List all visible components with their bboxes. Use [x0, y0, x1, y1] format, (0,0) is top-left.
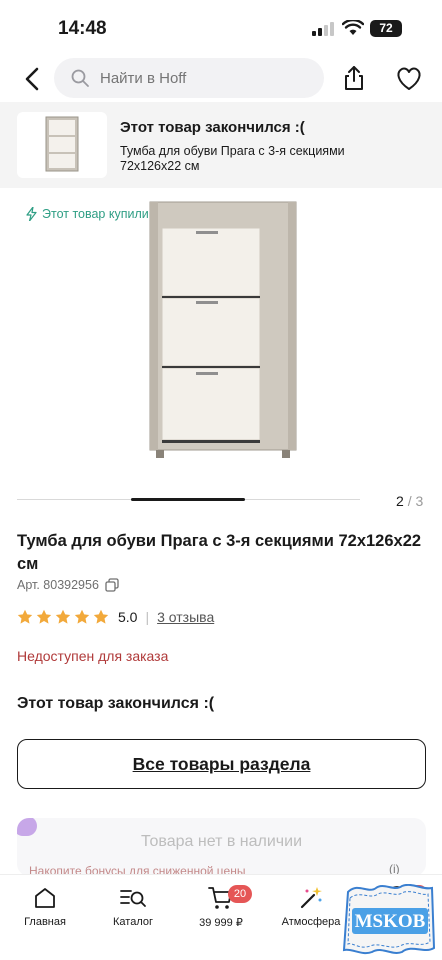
- product-thumbnail: [17, 112, 107, 178]
- rating-stars: [17, 609, 109, 625]
- gallery-counter: 2 / 3: [396, 493, 423, 509]
- out-of-stock-button[interactable]: Товара нет в наличии: [17, 818, 426, 866]
- star-icon: [93, 609, 109, 624]
- star-icon: [36, 609, 52, 624]
- tab-cart[interactable]: 39 999 ₽ 20: [176, 883, 266, 929]
- star-icon: [74, 609, 90, 624]
- rating-row: 5.0 | 3 отзыва: [17, 609, 214, 625]
- tab-catalog[interactable]: Каталог: [88, 883, 178, 928]
- soldout-sticky-banner[interactable]: Этот товар закончился :( Тумба для обуви…: [0, 102, 442, 188]
- gallery-pager-indicator: [131, 498, 245, 501]
- product-title: Тумба для обуви Прага с 3-я секциями 72x…: [17, 532, 422, 573]
- catalog-icon: [120, 890, 146, 907]
- top-navbar: [0, 58, 442, 100]
- share-icon[interactable]: [340, 64, 368, 92]
- rating-value: 5.0: [118, 609, 138, 625]
- search-icon: [71, 69, 89, 87]
- buy-panel: Товара нет в наличии Накопите бонусы для…: [17, 818, 426, 876]
- tab-home[interactable]: Главная: [0, 883, 90, 928]
- mskob-watermark-logo: MSKOB: [342, 884, 436, 955]
- cart-count-badge: 20: [228, 885, 252, 903]
- star-icon: [17, 609, 33, 624]
- tab-catalog-label: Каталог: [113, 916, 153, 928]
- gallery-current: 2: [396, 493, 404, 509]
- reviews-link[interactable]: 3 отзыва: [157, 609, 214, 625]
- back-icon[interactable]: [18, 64, 48, 94]
- soldout-heading: Этот товар закончился :(: [17, 695, 215, 712]
- signal-icon: [312, 22, 334, 36]
- wifi-icon: [342, 20, 364, 35]
- gallery-total: / 3: [407, 493, 424, 509]
- all-section-products-button[interactable]: Все товары раздела: [17, 739, 426, 789]
- article-row: Арт. 80392956: [17, 578, 119, 592]
- availability-status: Недоступен для заказа: [17, 648, 169, 664]
- tab-home-label: Главная: [24, 916, 66, 928]
- copy-icon[interactable]: [105, 578, 119, 592]
- sticky-title: Этот товар закончился :(: [120, 119, 305, 136]
- heart-icon[interactable]: [394, 64, 424, 92]
- search-input[interactable]: [100, 58, 310, 98]
- star-icon: [55, 609, 71, 624]
- lightning-icon: [26, 207, 37, 221]
- sticky-subtitle: Тумба для обуви Прага с 3-я секциями 72x…: [120, 144, 345, 173]
- product-image[interactable]: [146, 200, 300, 470]
- magic-wand-icon: [300, 887, 322, 909]
- search-bar[interactable]: [54, 58, 324, 98]
- battery-icon: 72: [370, 20, 402, 37]
- tab-cart-label: 39 999 ₽: [199, 917, 243, 929]
- status-time: 14:48: [58, 18, 107, 39]
- home-icon: [35, 888, 55, 908]
- status-bar: 14:48 72: [0, 0, 442, 58]
- rating-separator: |: [145, 609, 150, 625]
- watermark-text: MSKOB: [355, 911, 426, 932]
- article-number: Арт. 80392956: [17, 578, 99, 592]
